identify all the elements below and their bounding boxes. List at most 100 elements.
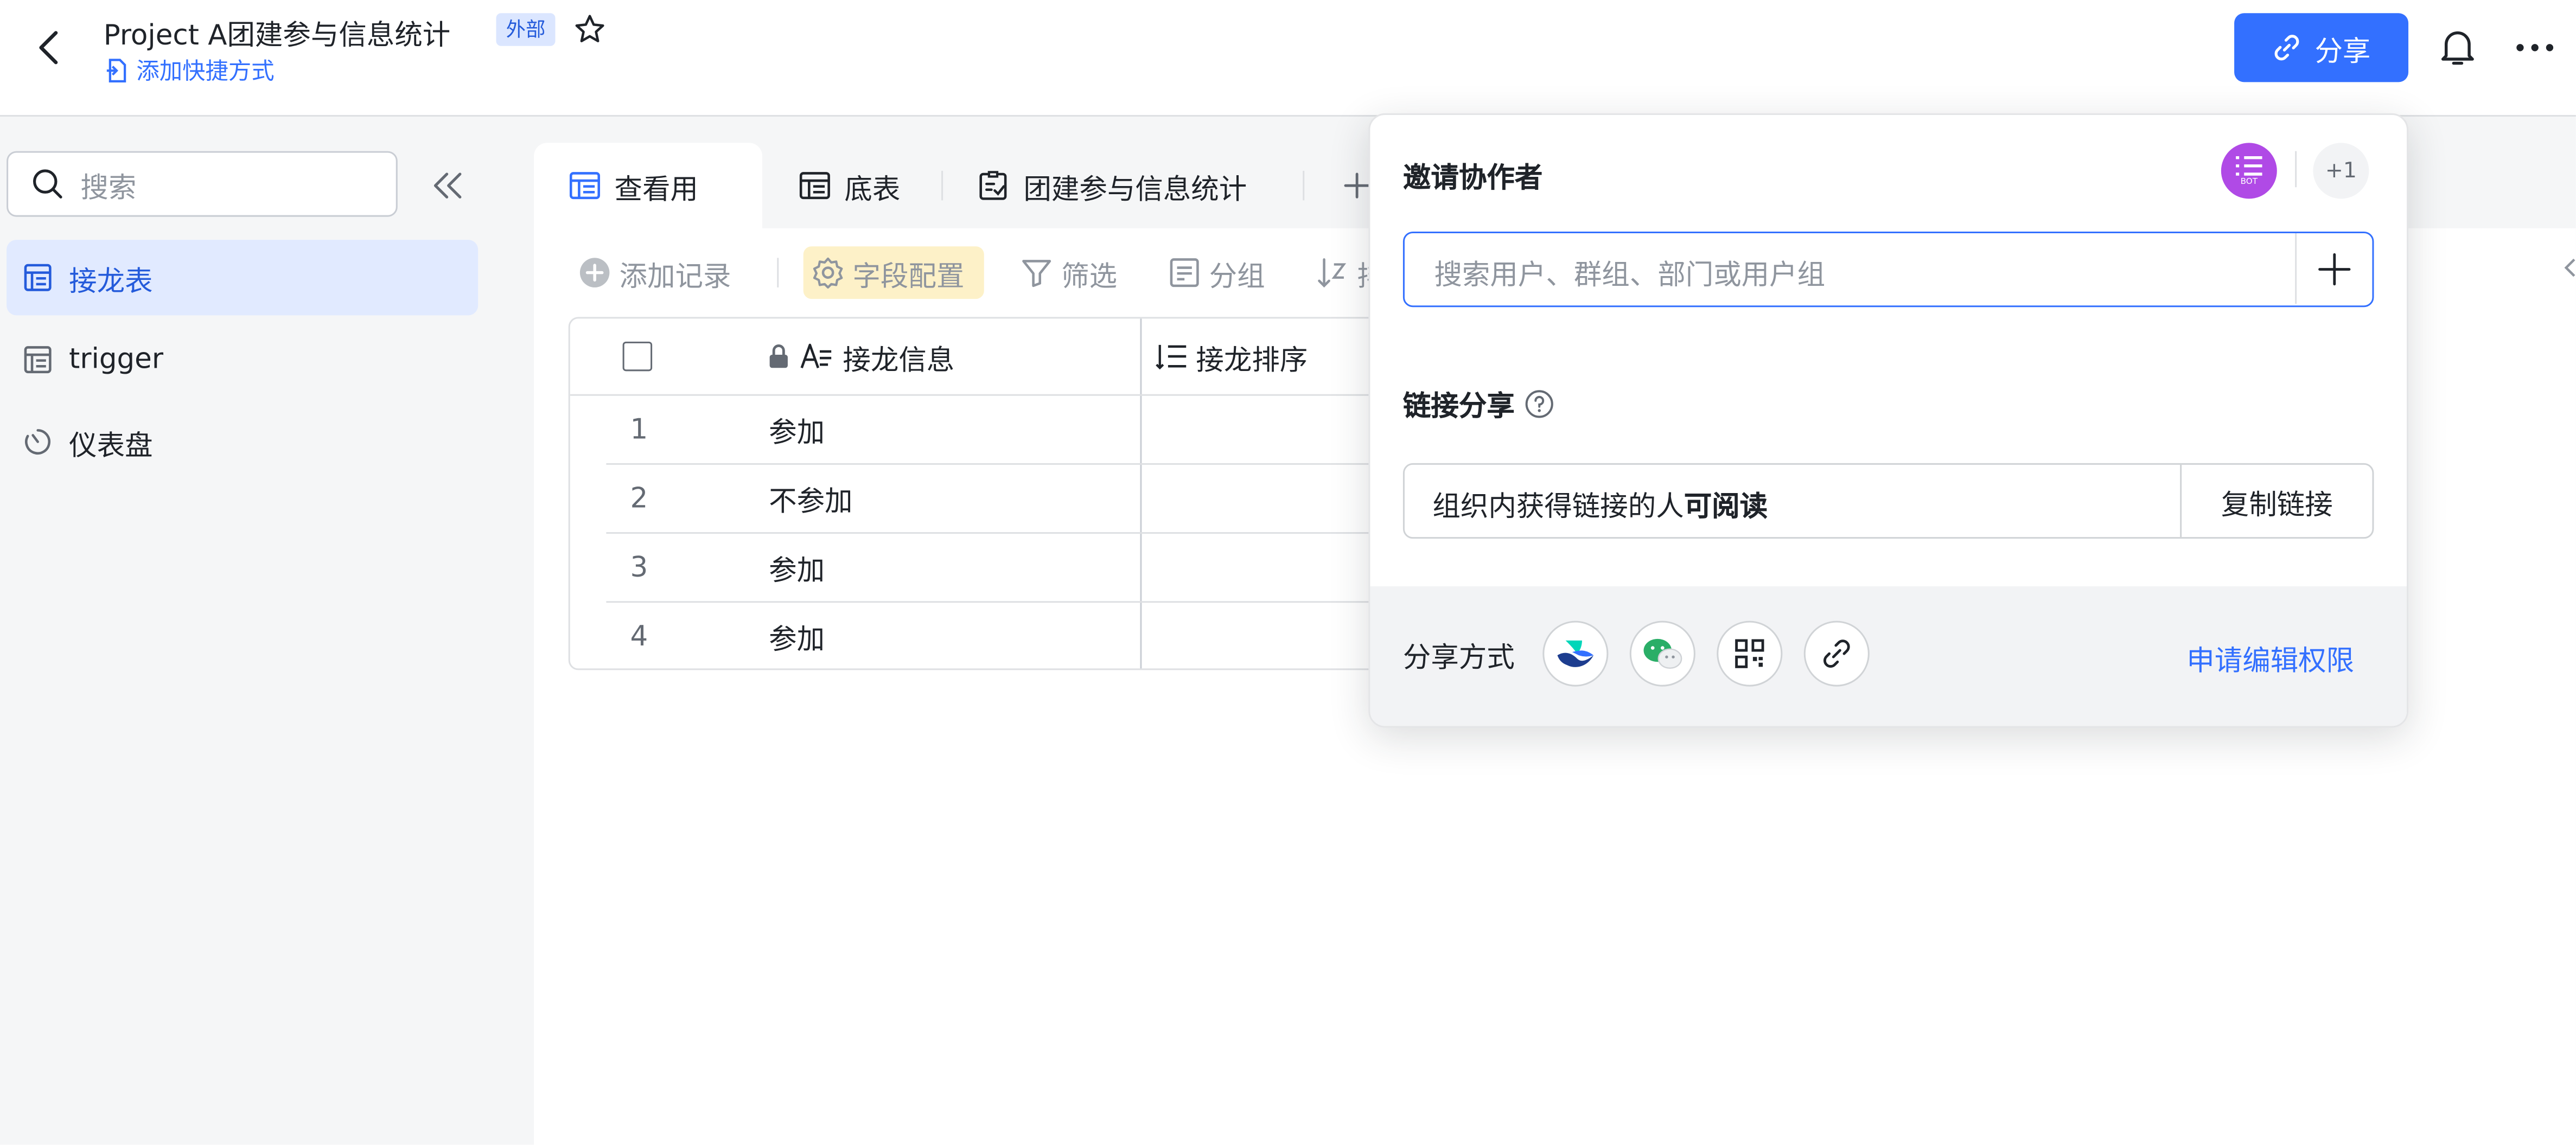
avatar[interactable]: BOT (2221, 143, 2277, 199)
row-info-cell[interactable]: 不参加 (769, 478, 852, 519)
link-icon (1823, 639, 1850, 668)
row-info-cell[interactable]: 参加 (769, 547, 825, 588)
tab-label: 查看用 (614, 173, 698, 207)
lark-icon (1557, 640, 1594, 667)
shortcut-icon (104, 57, 130, 84)
share-popover: 邀请协作者 BOT +1 搜索用户、群组、部门或用户组 链接分享 组织内获得链接… (1368, 113, 2409, 728)
grid-view-icon (799, 171, 832, 201)
tab-label: 底表 (844, 173, 901, 207)
invite-placeholder: 搜索用户、群组、部门或用户组 (1434, 259, 1826, 292)
row-number: 2 (630, 482, 648, 515)
lock-icon (767, 343, 790, 369)
sidebar-item-dashboard[interactable]: 仪表盘 (7, 404, 478, 479)
sidebar-item-trigger[interactable]: trigger (7, 322, 478, 397)
filter-label: 筛选 (1061, 260, 1118, 293)
table-icon (23, 263, 53, 292)
grid-view-icon (569, 171, 602, 201)
lark-share-button[interactable] (1542, 621, 1609, 687)
dashboard-icon (23, 427, 53, 457)
tab-base-table[interactable]: 底表 (799, 144, 901, 226)
bell-icon[interactable] (2438, 26, 2478, 69)
column-title: 接龙排序 (1196, 344, 1308, 377)
add-circle-icon (578, 256, 611, 289)
link-share-title: 链接分享 (1402, 391, 1515, 424)
search-icon (31, 168, 65, 201)
row-number: 1 (630, 413, 648, 446)
list-icon (2236, 156, 2262, 176)
filter-button[interactable]: 筛选 (1020, 250, 1117, 296)
add-record-button[interactable]: 添加记录 (578, 250, 731, 296)
search-placeholder: 搜索 (80, 171, 137, 204)
document-title: Project A团建参与信息统计 (103, 20, 451, 53)
table-row[interactable]: 4 参加 (570, 603, 1421, 668)
group-label: 分组 (1209, 260, 1265, 293)
add-view-icon[interactable] (1344, 171, 1370, 201)
add-icon[interactable] (2318, 253, 2351, 286)
column-header-order[interactable]: 接龙排序 (1155, 318, 1308, 394)
row-info-cell[interactable]: 参加 (769, 616, 825, 657)
group-button[interactable]: 分组 (1168, 250, 1265, 296)
link-permission-box[interactable]: 组织内获得链接的人可阅读 复制链接 (1402, 463, 2374, 539)
sort-icon (1316, 256, 1349, 289)
add-record-label: 添加记录 (619, 260, 731, 293)
link-permission-text: 组织内获得链接的人可阅读 (1432, 483, 1768, 524)
form-view-icon (978, 169, 1011, 202)
back-icon[interactable] (30, 26, 73, 69)
link-share-header: 链接分享 (1403, 383, 1554, 424)
qrcode-icon (1735, 639, 1764, 668)
search-input[interactable]: 搜索 (7, 151, 398, 217)
row-number: 3 (630, 551, 648, 584)
star-icon[interactable] (573, 13, 607, 46)
shortcut-label: 添加快捷方式 (136, 59, 275, 86)
table-row[interactable]: 2 不参加 (570, 465, 1421, 532)
invite-search-input[interactable]: 搜索用户、群组、部门或用户组 (1402, 231, 2374, 308)
more-collaborators-badge[interactable]: +1 (2313, 143, 2369, 199)
field-config-label: 字段配置 (852, 260, 965, 293)
sidebar-item-label: 仪表盘 (69, 429, 153, 463)
copy-link-button[interactable]: 复制链接 (2180, 465, 2374, 537)
table-icon (23, 345, 53, 375)
external-badge: 外部 (496, 13, 556, 46)
tab-view-chakan[interactable]: 查看用 (569, 144, 698, 226)
tab-divider (1303, 170, 1305, 201)
share-button[interactable]: 分享 (2234, 13, 2409, 82)
invite-title: 邀请协作者 (1402, 162, 1543, 196)
request-edit-link[interactable]: 申请编辑权限 (2186, 637, 2354, 679)
tab-form-stats[interactable]: 团建参与信息统计 (978, 144, 1247, 226)
link-icon (2272, 33, 2302, 63)
copy-link-share-button[interactable] (1803, 621, 1870, 687)
tab-label: 团建参与信息统计 (1023, 173, 1247, 207)
more-icon[interactable] (2514, 30, 2556, 66)
gear-icon (812, 256, 845, 289)
wechat-share-button[interactable] (1629, 621, 1695, 687)
avatar-divider (2295, 151, 2297, 188)
group-icon (1168, 256, 1201, 289)
add-shortcut-link[interactable]: 添加快捷方式 (104, 54, 275, 87)
row-number: 4 (630, 620, 648, 653)
sidebar-item-label: 接龙表 (69, 265, 153, 298)
column-title: 接龙信息 (843, 344, 955, 377)
link-permission-level[interactable]: 可阅读 (1684, 491, 1768, 524)
qrcode-share-button[interactable] (1717, 621, 1783, 687)
table-row[interactable]: 3 参加 (570, 534, 1421, 601)
sidebar-item-label: trigger (69, 343, 164, 376)
filter-icon (1020, 256, 1053, 289)
avatar-label: BOT (2240, 177, 2258, 188)
input-divider (2295, 233, 2297, 304)
share-method-title: 分享方式 (1402, 642, 1515, 675)
link-permission-prefix: 组织内获得链接的人 (1432, 491, 1684, 524)
toolbar-divider (777, 258, 779, 287)
number-order-icon (1155, 342, 1188, 372)
wechat-icon (1643, 638, 1682, 669)
share-label: 分享 (2314, 35, 2371, 68)
collapse-sidebar-icon[interactable] (430, 169, 467, 202)
sidebar-item-jielong[interactable]: 接龙表 (7, 240, 479, 316)
chevron-left-icon[interactable] (2563, 256, 2576, 279)
table-row[interactable]: 1 参加 (570, 396, 1421, 463)
tab-divider (941, 170, 943, 201)
row-info-cell[interactable]: 参加 (769, 409, 825, 450)
column-header-info[interactable]: 接龙信息 (767, 318, 954, 394)
help-icon[interactable] (1525, 388, 1554, 418)
select-all-checkbox[interactable] (622, 341, 653, 372)
field-config-button[interactable]: 字段配置 (812, 250, 965, 296)
